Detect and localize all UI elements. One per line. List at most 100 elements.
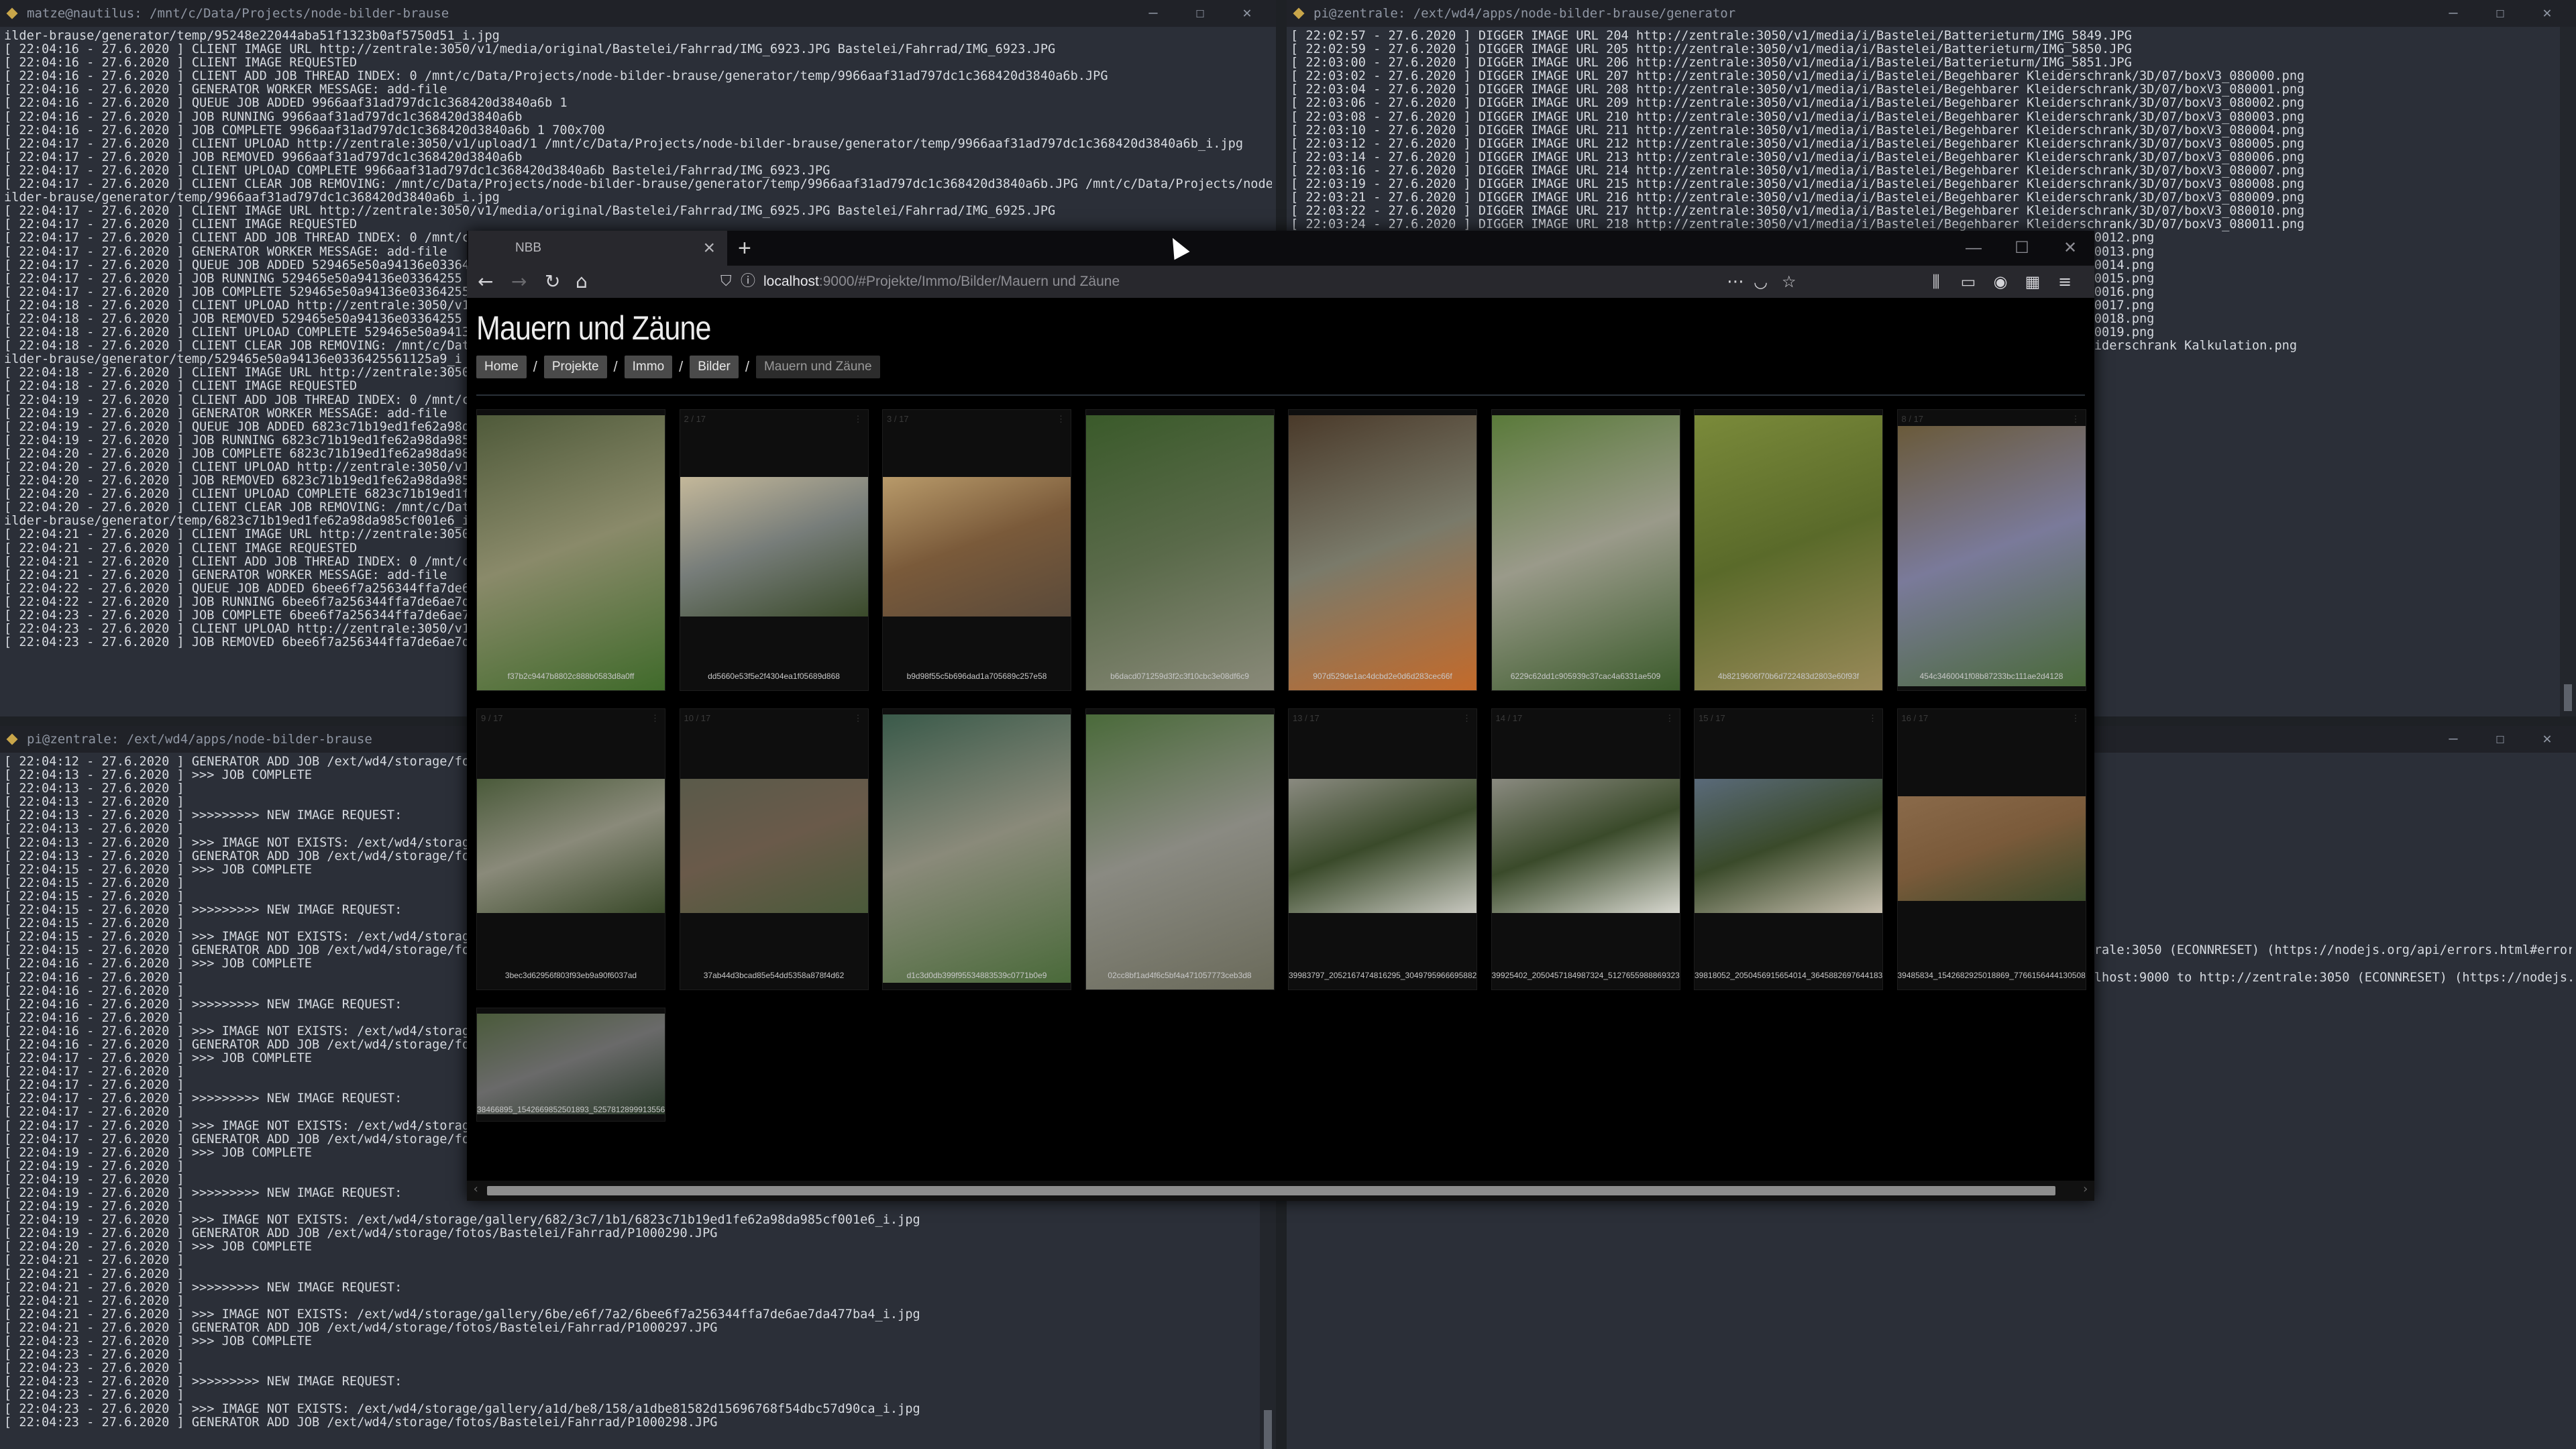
account-icon[interactable]: ◉ xyxy=(1984,266,2017,298)
gallery-thumbnail[interactable] xyxy=(1897,426,2086,686)
browser-window[interactable]: NBB × + — ☐ ✕ ← → ↻ ⌂ ⛉ ⓘ localhost:9000/#… xyxy=(467,231,2094,1201)
gallery-tile[interactable]: 16 / 17 ⋮ 39485834_1542682925018869_776615… xyxy=(1896,708,2086,990)
tile-menu-icon[interactable]: ⋮ xyxy=(1057,414,1065,425)
gallery-thumbnail[interactable] xyxy=(1695,779,1882,913)
terminal-line: [ 22:04:16 - 27.6.2020 ] CLIENT IMAGE RE… xyxy=(4,56,358,70)
close-icon[interactable]: ✕ xyxy=(1224,0,1271,27)
terminal-title-bar[interactable]: matze@nautilus: /mnt/c/Data/Projects/nod… xyxy=(0,0,1276,27)
page-title: Mauern und Zäune xyxy=(476,309,711,347)
menu-icon[interactable]: ≡ xyxy=(2049,266,2081,298)
bookmark-star-icon[interactable]: ☆ xyxy=(1782,266,1796,298)
minimize-icon[interactable]: — xyxy=(2430,726,2477,753)
tile-menu-icon[interactable]: ⋮ xyxy=(2072,713,2080,724)
tile-menu-icon[interactable]: ⋮ xyxy=(1462,713,1471,724)
sidebar-icon[interactable]: ▭ xyxy=(1952,266,1984,298)
minimize-icon[interactable]: — xyxy=(2430,0,2477,27)
gallery-thumbnail[interactable] xyxy=(1695,415,1882,690)
scroll-right-icon[interactable]: › xyxy=(2082,1182,2089,1196)
gallery-tile[interactable]: 1 / 17⋮f37b2c9447b8802c888b0583d8a0ff xyxy=(476,409,665,691)
gallery-tile[interactable]: 14 / 17 ⋮ 39925402_2050457184987324_512765… xyxy=(1491,708,1680,990)
gallery-thumbnail[interactable] xyxy=(883,714,1071,983)
gallery-thumbnail[interactable] xyxy=(1491,779,1680,913)
reload-icon[interactable]: ↻ xyxy=(545,266,560,298)
info-icon[interactable]: ⓘ xyxy=(741,271,755,292)
tile-menu-icon[interactable]: ⋮ xyxy=(1868,713,1877,724)
gallery-tile[interactable]: 12 / 17⋮02cc8bf1ad4f6c5bf4a471057773ceb3… xyxy=(1085,708,1275,990)
gallery-thumbnail[interactable] xyxy=(1289,415,1477,690)
tile-menu-icon[interactable]: ⋮ xyxy=(2072,414,2080,425)
browser-tab[interactable]: NBB × xyxy=(468,231,727,266)
gallery-tile[interactable]: 8 / 17 ⋮ 454c3460041f08b87233bc111ae2d4128 xyxy=(1896,409,2086,691)
gallery-thumbnail[interactable] xyxy=(883,477,1071,616)
gallery-tile[interactable]: 7 / 17⋮4b8219606f70b6d722483d2803e60f93f xyxy=(1694,409,1883,691)
maximize-icon[interactable]: ☐ xyxy=(2477,0,2524,27)
close-icon[interactable]: ✕ xyxy=(2524,0,2571,27)
tab-close-icon[interactable]: × xyxy=(703,231,715,266)
shield-icon[interactable]: ⛉ xyxy=(720,271,732,292)
gallery-tile[interactable]: 10 / 17 ⋮ 37ab44d3bcad85e54dd5358a878f4d62 xyxy=(679,708,869,990)
horizontal-scrollbar[interactable]: ‹ › xyxy=(467,1181,2094,1201)
breadcrumb-immo[interactable]: Immo xyxy=(624,356,673,378)
extensions-icon[interactable]: ▦ xyxy=(2017,266,2049,298)
close-icon[interactable]: ✕ xyxy=(2524,726,2571,753)
gallery-thumbnail[interactable] xyxy=(680,477,868,616)
tile-index: 9 / 17 xyxy=(481,713,503,723)
gallery-tile[interactable]: 2 / 17 ⋮ dd5660e53f5e2f4304ea1f05689d868 xyxy=(679,409,869,691)
page-actions-icon[interactable]: ⋯ xyxy=(1727,266,1744,298)
gallery-tile[interactable]: 17 / 17⋮38466895_1542669852501893_525781… xyxy=(476,1008,665,1122)
gallery-thumbnail[interactable] xyxy=(1289,779,1477,913)
minimize-icon[interactable]: — xyxy=(1130,0,1177,27)
tile-menu-icon[interactable]: ⋮ xyxy=(1666,713,1674,724)
maximize-icon[interactable]: ☐ xyxy=(1998,231,2046,266)
terminal-line: [ 22:04:17 - 27.6.2020 ] CLIENT UPLOAD h… xyxy=(4,137,1244,151)
scrollbar-thumb[interactable] xyxy=(487,1186,2055,1195)
gallery-thumbnail[interactable] xyxy=(477,415,665,690)
gallery-thumbnail[interactable] xyxy=(680,779,868,913)
forward-icon[interactable]: → xyxy=(511,266,527,298)
gallery-tile[interactable]: 5 / 17⋮907d529de1ac4dcbd2e0d6d283cec66f xyxy=(1288,409,1477,691)
tile-index: 2 / 17 xyxy=(684,414,706,424)
tile-filename: 39925402_2050457184987324_51276559888693… xyxy=(1491,971,1680,980)
terminal-title-bar[interactable]: pi@zentrale: /ext/wd4/apps/node-bilder-b… xyxy=(1287,0,2576,27)
tile-menu-icon[interactable]: ⋮ xyxy=(854,414,863,425)
gallery-tile[interactable]: 9 / 17 ⋮ 3bec3d62956f803f93eb9a90f6037ad xyxy=(476,708,665,990)
browser-tab-bar: NBB × + — ☐ ✕ xyxy=(467,231,2094,266)
terminal-line: [ 22:04:17 - 27.6.2020 ] CLIENT IMAGE RE… xyxy=(4,218,358,232)
gallery-thumbnail[interactable] xyxy=(1491,415,1680,690)
gallery-tile[interactable]: 11 / 17⋮d1c3d0db399f95534883539c0771b0e9 xyxy=(882,708,1071,990)
library-icon[interactable]: ⫼ xyxy=(1920,266,1952,298)
new-tab-button[interactable]: + xyxy=(738,231,751,266)
home-icon[interactable]: ⌂ xyxy=(576,266,588,298)
close-icon[interactable]: ✕ xyxy=(2046,231,2094,266)
tile-filename: 454c3460041f08b87233bc111ae2d4128 xyxy=(1919,672,2063,681)
scroll-left-icon[interactable]: ‹ xyxy=(472,1182,480,1196)
url-bar[interactable]: ⛉ ⓘ localhost:9000/#Projekte/Immo/Bilder… xyxy=(716,270,1575,294)
maximize-icon[interactable]: ☐ xyxy=(2477,726,2524,753)
gallery-tile[interactable]: 6 / 17⋮6229c62dd1c905939c37cac4a6331ae50… xyxy=(1491,409,1680,691)
terminal-line: [ 22:04:16 - 27.6.2020 ] CLIENT IMAGE UR… xyxy=(4,43,1056,57)
gallery-thumbnail[interactable] xyxy=(1085,415,1274,690)
gallery-thumbnail[interactable] xyxy=(1085,714,1274,989)
terminal-line: [ 22:03:14 - 27.6.2020 ] DIGGER IMAGE UR… xyxy=(1291,150,2305,164)
gallery-tile[interactable]: 3 / 17 ⋮ b9d98f55c5b696dad1a705689c257e58 xyxy=(882,409,1071,691)
tile-index: 15 / 17 xyxy=(1699,713,1725,723)
breadcrumb-home[interactable]: Home xyxy=(476,356,527,378)
breadcrumb-bilder[interactable]: Bilder xyxy=(690,356,739,378)
gallery-thumbnail[interactable] xyxy=(477,1014,665,1114)
pocket-icon[interactable]: ◡ xyxy=(1754,266,1768,298)
tile-menu-icon[interactable]: ⋮ xyxy=(651,713,659,724)
back-icon[interactable]: ← xyxy=(478,266,493,298)
gallery-tile[interactable]: 15 / 17 ⋮ 39818052_2050456915654014_364588… xyxy=(1694,708,1883,990)
gallery-thumbnail[interactable] xyxy=(1897,796,2086,901)
tile-menu-icon[interactable]: ⋮ xyxy=(854,713,863,724)
url-path: :9000/#Projekte/Immo/Bilder/Mauern und Z… xyxy=(818,274,1120,289)
terminal-line: [ 22:04:23 - 27.6.2020 ] GENERATOR ADD J… xyxy=(4,1415,718,1430)
maximize-icon[interactable]: ☐ xyxy=(1177,0,1224,27)
minimize-icon[interactable]: — xyxy=(1949,231,1998,266)
gallery-tile[interactable]: 4 / 17⋮b6dacd071259d3f2c3f10cbc3e08df6c9 xyxy=(1085,409,1275,691)
terminal-scrollbar[interactable] xyxy=(2560,27,2576,716)
tile-filename: 6229c62dd1c905939c37cac4a6331ae509 xyxy=(1510,672,1661,681)
breadcrumb-projekte[interactable]: Projekte xyxy=(543,356,607,378)
gallery-thumbnail[interactable] xyxy=(477,779,665,913)
gallery-tile[interactable]: 13 / 17 ⋮ 39983797_2052167474816295_304979… xyxy=(1288,708,1477,990)
